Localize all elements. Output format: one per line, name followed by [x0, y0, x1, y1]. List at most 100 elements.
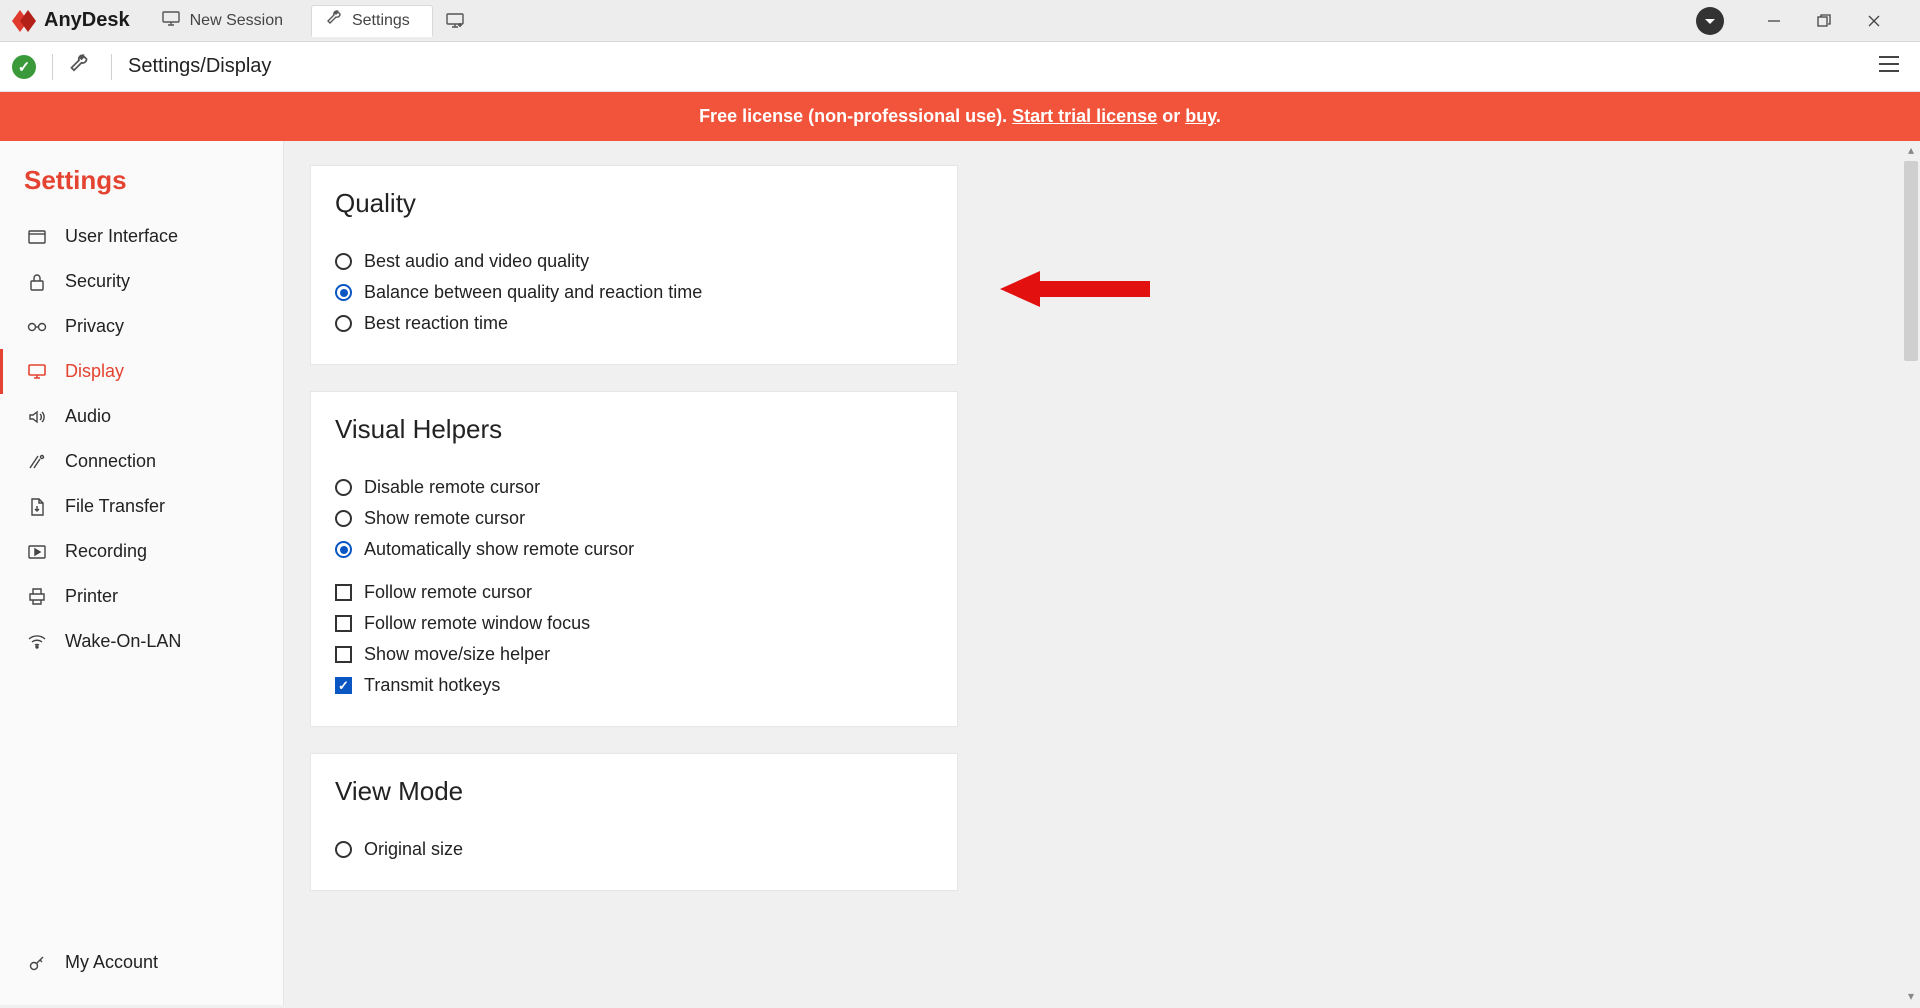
quality-option-best-quality[interactable]: Best audio and video quality — [335, 247, 933, 276]
option-label: Best reaction time — [364, 313, 508, 334]
tab-settings[interactable]: Settings — [311, 5, 433, 37]
printer-icon — [27, 588, 47, 605]
section-title: View Mode — [335, 776, 933, 807]
option-label: Transmit hotkeys — [364, 675, 500, 696]
file-icon — [27, 498, 47, 516]
visual-helpers-card: Visual Helpers Disable remote cursor Sho… — [310, 391, 958, 727]
wifi-icon — [27, 634, 47, 649]
checkbox-icon — [335, 584, 352, 601]
connection-icon — [27, 454, 47, 470]
divider — [111, 54, 112, 80]
banner-text: Free license (non-professional use). — [699, 106, 1012, 126]
checkbox-follow-focus[interactable]: Follow remote window focus — [335, 609, 933, 638]
sidebar-item-user-interface[interactable]: User Interface — [0, 214, 283, 259]
sidebar-item-label: Security — [65, 271, 130, 292]
option-label: Show move/size helper — [364, 644, 550, 665]
sidebar-item-security[interactable]: Security — [0, 259, 283, 304]
main-area: Settings User Interface Security Privacy… — [0, 141, 1920, 1005]
viewmode-option-original[interactable]: Original size — [335, 835, 933, 864]
sidebar-item-display[interactable]: Display — [0, 349, 283, 394]
add-tab-button[interactable] — [439, 13, 471, 28]
option-label: Disable remote cursor — [364, 477, 540, 498]
tab-new-session[interactable]: New Session — [148, 5, 305, 37]
scroll-up-icon[interactable]: ▴ — [1908, 141, 1914, 159]
sidebar-item-privacy[interactable]: Privacy — [0, 304, 283, 349]
status-ok-icon: ✓ — [12, 55, 36, 79]
section-title: Visual Helpers — [335, 414, 933, 445]
option-label: Automatically show remote cursor — [364, 539, 634, 560]
buy-link[interactable]: buy — [1185, 106, 1216, 126]
license-banner: Free license (non-professional use). Sta… — [0, 92, 1920, 141]
app-logo-wrap: AnyDesk — [12, 9, 130, 32]
radio-icon — [335, 841, 352, 858]
option-label: Follow remote window focus — [364, 613, 590, 634]
sidebar-item-wake-on-lan[interactable]: Wake-On-LAN — [0, 619, 283, 664]
sidebar-item-label: Audio — [65, 406, 111, 427]
sidebar-item-label: Connection — [65, 451, 156, 472]
title-bar: AnyDesk New Session Settings — [0, 0, 1920, 42]
sidebar-item-label: User Interface — [65, 226, 178, 247]
audio-icon — [27, 409, 47, 425]
window-controls — [1764, 14, 1884, 28]
cursor-option-disable[interactable]: Disable remote cursor — [335, 473, 933, 502]
sidebar-item-audio[interactable]: Audio — [0, 394, 283, 439]
option-label: Original size — [364, 839, 463, 860]
sidebar-item-label: Printer — [65, 586, 118, 607]
ui-icon — [27, 230, 47, 244]
quality-option-best-reaction[interactable]: Best reaction time — [335, 309, 933, 338]
settings-sidebar: Settings User Interface Security Privacy… — [0, 141, 284, 1005]
display-icon — [27, 364, 47, 379]
wrench-icon — [69, 54, 89, 79]
sidebar-item-label: My Account — [65, 952, 158, 973]
scroll-down-icon[interactable]: ▾ — [1908, 987, 1914, 1005]
divider — [52, 54, 53, 80]
radio-icon — [335, 253, 352, 270]
minimize-button[interactable] — [1764, 14, 1784, 28]
sidebar-item-printer[interactable]: Printer — [0, 574, 283, 619]
lock-icon — [27, 273, 47, 291]
radio-icon — [335, 541, 352, 558]
annotation-arrow-icon — [1000, 269, 1150, 314]
option-label: Best audio and video quality — [364, 251, 589, 272]
scrollbar-thumb[interactable] — [1904, 161, 1918, 361]
option-label: Balance between quality and reaction tim… — [364, 282, 702, 303]
checkbox-follow-cursor[interactable]: Follow remote cursor — [335, 578, 933, 607]
breadcrumb: Settings/Display — [128, 55, 271, 78]
radio-icon — [335, 510, 352, 527]
recording-icon — [27, 545, 47, 559]
checkbox-move-size-helper[interactable]: Show move/size helper — [335, 640, 933, 669]
sidebar-item-label: Display — [65, 361, 124, 382]
sidebar-item-label: Recording — [65, 541, 147, 562]
sidebar-item-label: File Transfer — [65, 496, 165, 517]
checkbox-transmit-hotkeys[interactable]: Transmit hotkeys — [335, 671, 933, 700]
sidebar-item-my-account[interactable]: My Account — [0, 940, 283, 985]
toolbar: ✓ Settings/Display — [0, 42, 1920, 92]
tab-label: Settings — [352, 12, 410, 30]
monitor-icon — [162, 11, 180, 31]
content-scroll-area: Quality Best audio and video quality Bal… — [284, 141, 1920, 1005]
hamburger-menu-button[interactable] — [1878, 55, 1900, 78]
option-label: Follow remote cursor — [364, 582, 532, 603]
sidebar-item-recording[interactable]: Recording — [0, 529, 283, 574]
quality-option-balance[interactable]: Balance between quality and reaction tim… — [335, 278, 933, 307]
checkbox-icon — [335, 646, 352, 663]
scrollbar[interactable]: ▴ ▾ — [1902, 141, 1920, 1005]
quality-card: Quality Best audio and video quality Bal… — [310, 165, 958, 365]
start-trial-link[interactable]: Start trial license — [1012, 106, 1157, 126]
sidebar-item-connection[interactable]: Connection — [0, 439, 283, 484]
close-button[interactable] — [1864, 14, 1884, 28]
wrench-icon — [326, 10, 342, 31]
cursor-option-auto[interactable]: Automatically show remote cursor — [335, 535, 933, 564]
view-mode-card: View Mode Original size — [310, 753, 958, 891]
sidebar-item-file-transfer[interactable]: File Transfer — [0, 484, 283, 529]
app-name: AnyDesk — [44, 9, 130, 32]
maximize-button[interactable] — [1814, 14, 1834, 28]
notification-badge[interactable] — [1696, 7, 1724, 35]
sidebar-item-label: Privacy — [65, 316, 124, 337]
option-label: Show remote cursor — [364, 508, 525, 529]
glasses-icon — [27, 322, 47, 332]
cursor-option-show[interactable]: Show remote cursor — [335, 504, 933, 533]
radio-icon — [335, 315, 352, 332]
checkbox-icon — [335, 677, 352, 694]
banner-text: . — [1216, 106, 1221, 126]
